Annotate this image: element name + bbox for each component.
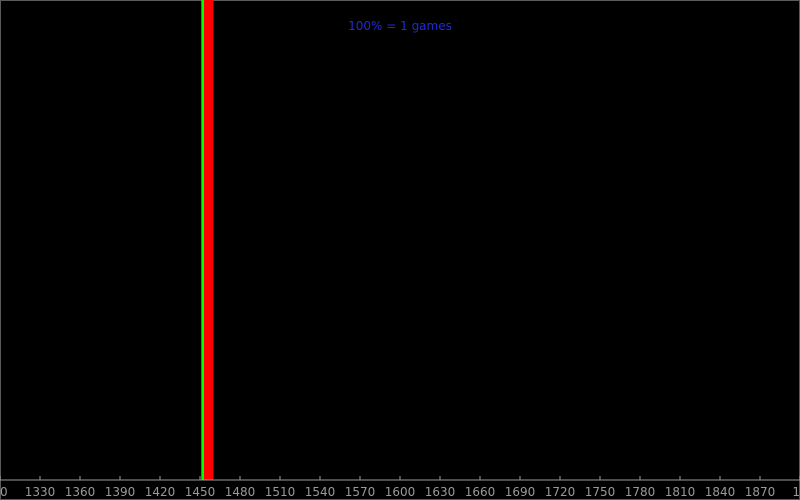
x-tick-label: 1630 xyxy=(425,485,456,499)
x-tick-label: 1450 xyxy=(185,485,216,499)
x-tick-label: 19 xyxy=(792,485,800,499)
bar-1 xyxy=(204,0,214,480)
x-tick-label: 1570 xyxy=(345,485,376,499)
x-tick-label: 1840 xyxy=(705,485,736,499)
x-tick-label: 1420 xyxy=(145,485,176,499)
x-tick-label: 1810 xyxy=(665,485,696,499)
bar-0 xyxy=(201,0,204,480)
bars-layer xyxy=(201,0,214,480)
x-tick-label: 1690 xyxy=(505,485,536,499)
chart-title: 100% = 1 games xyxy=(348,19,452,33)
x-tick-label: 00 xyxy=(0,485,8,499)
x-tick-label: 1480 xyxy=(225,485,256,499)
x-tick-label: 1330 xyxy=(25,485,56,499)
x-tick-label: 1390 xyxy=(105,485,136,499)
x-tick-label: 1750 xyxy=(585,485,616,499)
x-axis-ticks: 00 1330 1360 1390 1420 1450 1480 1510 1540 1570 16… xyxy=(0,476,800,499)
x-tick-label: 1600 xyxy=(385,485,416,499)
x-tick-label: 1780 xyxy=(625,485,656,499)
x-tick-label: 1540 xyxy=(305,485,336,499)
x-tick-label: 1510 xyxy=(265,485,296,499)
x-tick-label: 1870 xyxy=(745,485,776,499)
x-tick-label: 1720 xyxy=(545,485,576,499)
plot-frame xyxy=(0,0,800,500)
x-tick-label: 1660 xyxy=(465,485,496,499)
histogram-chart: 00 1330 1360 1390 1420 1450 1480 1510 1540 1570 16… xyxy=(0,0,800,500)
x-tick-label: 1360 xyxy=(65,485,96,499)
